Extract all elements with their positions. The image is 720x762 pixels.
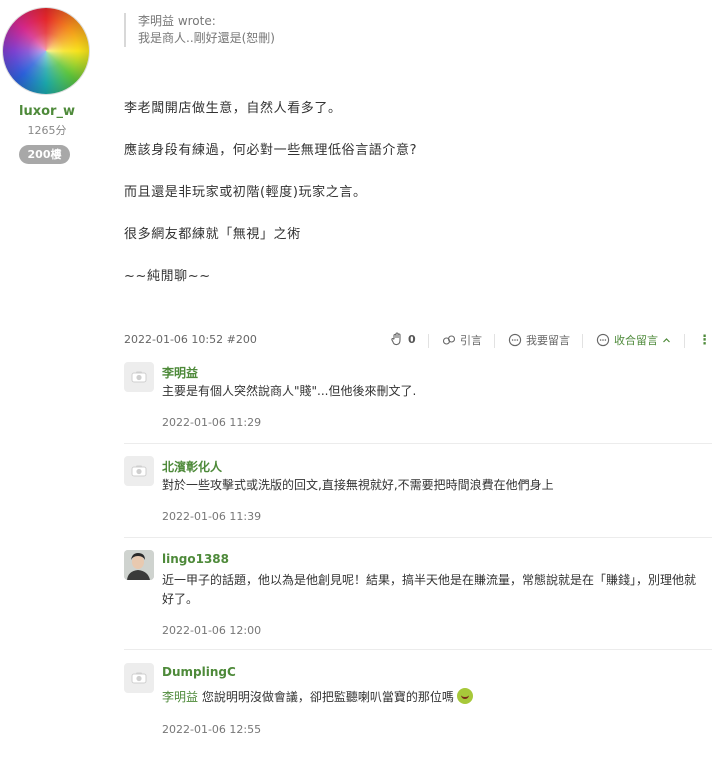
comment-text-body: 您說明明沒做會議，卻把監聽喇叭當寶的那位嗎: [198, 690, 454, 704]
comment-text: 對於一些攻擊式或洗版的回文,直接無視就好,不需要把時間浪費在他們身上: [162, 478, 554, 492]
more-icon: ⋮: [698, 333, 711, 348]
collapse-comments-button[interactable]: 收合留言: [596, 332, 671, 348]
quote-button[interactable]: 引言: [442, 332, 482, 348]
post-line: 應該身段有練過，何必對一些無理低俗言語介意?: [124, 143, 418, 158]
collapse-label: 收合留言: [614, 334, 658, 347]
comment-author[interactable]: 北濱彰化人: [162, 458, 222, 475]
quote-author: 李明益 wrote:: [138, 14, 216, 28]
comment-item: DumplingC 李明益 您說明明沒做會議，卻把監聽喇叭當寶的那位嗎 2022…: [124, 663, 712, 743]
grin-emoji-icon: [456, 688, 473, 704]
default-avatar-icon[interactable]: [124, 456, 154, 486]
comment-author[interactable]: 李明益: [162, 364, 198, 381]
author-points: 1265分: [27, 124, 67, 137]
clap-button[interactable]: 0: [390, 332, 416, 346]
divider: [684, 334, 685, 348]
divider: [494, 334, 495, 348]
comment-author[interactable]: lingo1388: [162, 552, 229, 566]
comment-time: 2022-01-06 12:00: [162, 624, 262, 637]
comment-text: 李明益 您說明明沒做會議，卻把監聽喇叭當寶的那位嗎: [162, 688, 712, 707]
comment-text: 近一甲子的話題，他以為是他創見呢！結果，搞半天他是在賺流量，常態說就是在「賺錢」…: [162, 573, 697, 587]
mention-link[interactable]: 李明益: [162, 690, 198, 704]
comment-item: 北濱彰化人 對於一些攻擊式或洗版的回文,直接無視就好,不需要把時間浪費在他們身上…: [124, 456, 712, 538]
default-avatar-icon[interactable]: [124, 362, 154, 392]
comment-item: lingo1388 近一甲子的話題，他以為是他創見呢！結果，搞半天他是在賺流量，…: [124, 550, 712, 650]
clap-icon: [390, 332, 404, 346]
divider: [428, 334, 429, 348]
reply-button[interactable]: 我要留言: [508, 332, 570, 348]
link-icon: [442, 333, 456, 347]
comment-time: 2022-01-06 12:55: [162, 723, 262, 736]
post-timestamp[interactable]: 2022-01-06 10:52 #200: [124, 333, 257, 346]
comment-item: 李明益 主要是有個人突然說商人"賤"...但他後來刪文了. 2022-01-06…: [124, 362, 712, 444]
user-avatar[interactable]: [124, 550, 154, 580]
quote-text: 我是商人..剛好還是(恕刪): [138, 31, 275, 45]
divider: [582, 334, 583, 348]
clap-count: 0: [408, 332, 416, 346]
more-options-button[interactable]: ⋮: [698, 333, 711, 348]
author-name[interactable]: luxor_w: [0, 104, 94, 119]
post-meta-row: 2022-01-06 10:52 #200 0 引言 我要留言 收合留言 ⋮: [124, 332, 712, 350]
author-avatar[interactable]: [3, 8, 89, 94]
default-avatar-icon[interactable]: [124, 663, 154, 693]
comment-time: 2022-01-06 11:29: [162, 416, 262, 429]
post-line: 而且還是非玩家或初階(輕度)玩家之言。: [124, 185, 367, 200]
comment-icon: [596, 333, 610, 347]
quote-block: 李明益 wrote: 我是商人..剛好還是(恕刪): [124, 13, 275, 47]
post-line: 很多網友都練就「無視」之術: [124, 227, 301, 242]
post-line: ~~純閒聊~~: [124, 269, 211, 284]
chevron-up-icon: [662, 336, 671, 345]
comment-time: 2022-01-06 11:39: [162, 510, 262, 523]
post-line: 李老闆開店做生意，自然人看多了。: [124, 101, 342, 116]
comment-author[interactable]: DumplingC: [162, 665, 236, 679]
comment-icon: [508, 333, 522, 347]
comment-text: 好了。: [162, 592, 199, 606]
comment-text: 主要是有個人突然說商人"賤"...但他後來刪文了.: [162, 384, 417, 398]
quote-label: 引言: [460, 334, 482, 347]
floor-badge: 200樓: [19, 145, 70, 164]
reply-label: 我要留言: [526, 334, 570, 347]
